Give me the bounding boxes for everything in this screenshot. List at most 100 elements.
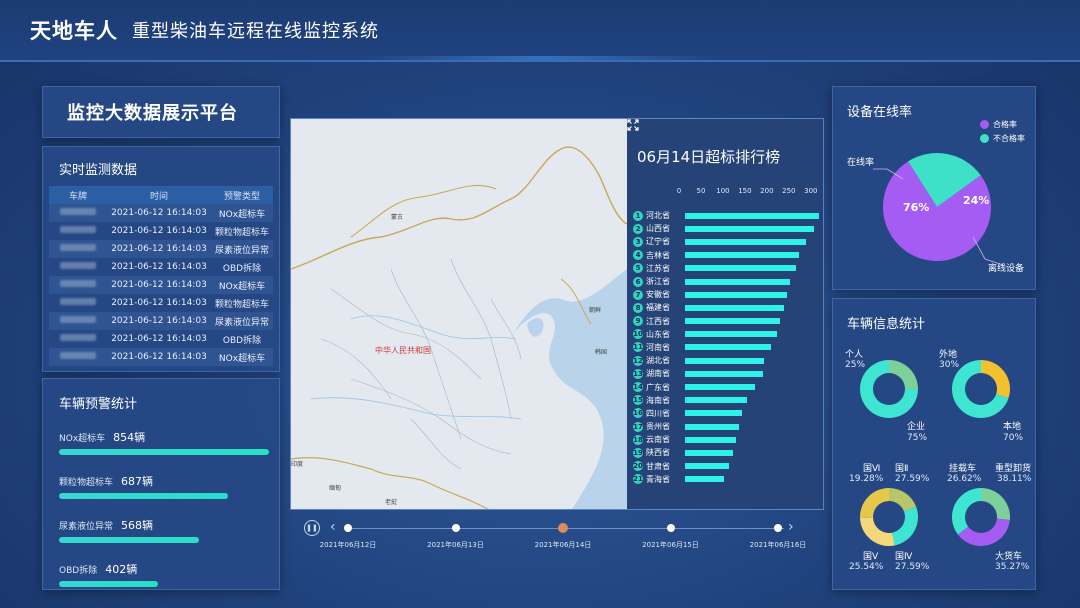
plate-cell [49,276,107,294]
plate-cell [49,204,107,222]
timeline-prev-icon[interactable]: ‹ [330,519,336,535]
table-row[interactable]: 2021-06-12 16:14:03 尿素液位异常 [49,240,273,258]
table-row[interactable]: 2021-06-12 16:14:03 尿素液位异常 [49,312,273,330]
map-label-india: 印度 [291,461,304,468]
blurred-plate [60,316,96,323]
ranking-row: 18 云南省 [633,433,823,446]
rank-number: 3 [633,236,643,247]
expand-icon[interactable] [627,119,639,131]
timeline-date: 2021年06月16日 [749,541,807,549]
d2-pct-local: 70% [1003,433,1024,443]
type-cell: 颗粒物超标车 [214,299,269,310]
type-cell: NOx超标车 [218,209,266,220]
rank-bar-track [685,304,819,311]
rank-province: 云南省 [646,435,670,445]
plate-cell [49,240,107,258]
warning-item: 颗粒物超标车 687辆 [59,470,267,499]
table-row[interactable]: 2021-06-12 16:14:03 NOx超标车 [49,204,273,222]
timeline-point[interactable] [558,523,568,533]
d2-label-local: 本地 [1003,422,1022,432]
timeline-point[interactable] [451,524,460,532]
warning-label: OBD拆除 [59,566,98,576]
column-plate: 车牌 [68,191,87,202]
ranking-list: 1 河北省 2 山西省 3 辽宁省 4 吉林省 5 江苏省 6 浙江省 7 安徽省 8 福建省 9 江西省 10 山东… [633,209,823,486]
table-row[interactable]: 2021-06-12 16:14:03 颗粒物超标车 [49,294,273,312]
ranking-row: 16 四川省 [633,407,823,420]
time-cell: 2021-06-12 16:14:03 [111,352,207,362]
axis-tick-label: 300 [804,187,818,195]
timeline-point[interactable] [344,524,352,532]
axis-tick-label: 200 [760,187,774,195]
table-row[interactable]: 2021-06-12 16:14:03 颗粒物超标车 [49,222,273,240]
d3-pct-g2: 27.59% [895,474,930,484]
rank-bar-track [685,436,819,443]
rank-province: 江苏省 [646,263,670,273]
time-cell: 2021-06-12 16:14:03 [111,244,207,254]
rank-bar-track [685,463,819,470]
map-basemap [291,119,627,509]
table-row[interactable]: 2021-06-12 16:14:03 OBD拆除 [49,258,273,276]
warning-bar [59,449,269,455]
table-row[interactable]: 2021-06-12 16:14:03 OBD拆除 [49,330,273,348]
rank-province: 吉林省 [646,250,670,260]
ranking-row: 20 甘肃省 [633,460,823,473]
timeline-point[interactable] [666,524,675,532]
donut-segment [892,506,918,546]
warning-bar [59,537,199,543]
rank-number: 6 [633,276,643,287]
timeline-point[interactable] [774,524,782,532]
rank-province: 甘肃省 [646,461,670,471]
rank-province: 山西省 [646,224,670,234]
blurred-plate [60,280,96,287]
warning-bar-track [59,449,269,455]
timeline-next-icon[interactable]: › [788,519,794,535]
axis-tick-label: 100 [716,187,730,195]
offline-pct: 24% [963,194,990,207]
column-type: 预警类型 [223,191,260,202]
warning-item: 尿素液位异常 568辆 [59,514,267,543]
online-pct: 76% [903,201,930,214]
pause-icon[interactable]: ❚❚ [304,520,320,536]
warning-label: 尿素液位异常 [59,522,114,532]
table-row[interactable]: 2021-06-12 16:14:03 NOx超标车 [49,276,273,294]
rank-province: 安徽省 [646,290,670,300]
ranking-row: 10 山东省 [633,328,823,341]
table-row[interactable]: 2021-06-12 16:14:03 NOx超标车 [49,348,273,366]
donut-segment [981,360,1010,398]
map-label-china: 中华人民共和国 [375,346,431,355]
rank-bar [685,370,763,377]
rank-bar-track [685,357,819,364]
rank-number: 12 [633,355,643,366]
ranking-row: 7 安徽省 [633,288,823,301]
ranking-row: 17 贵州省 [633,420,823,433]
map-label-korea: 韩国 [595,349,608,356]
rank-bar-track [685,410,819,417]
rank-bar-track [685,449,819,456]
time-cell: 2021-06-12 16:14:03 [111,226,207,236]
vehicle-info-panel: 车辆信息统计 个人 25% 企业 75% 外地 30% 本地 70% 国Ⅵ 19… [832,298,1036,590]
map-view[interactable]: 中华人民共和国 蒙古 朝鲜 韩国 缅甸 老挝 印度 06月14日超标排行榜 0 5… [290,118,824,510]
d1-pct-personal: 25% [845,360,866,370]
rank-province: 辽宁省 [646,237,670,247]
time-cell: 2021-06-12 16:14:03 [111,316,207,326]
rank-bar [685,318,781,325]
rank-bar [685,344,771,351]
rank-number: 16 [633,408,643,419]
axis-tick-label: 250 [782,187,796,195]
rank-province: 河南省 [646,342,670,352]
online-label: 在线率 [847,158,875,168]
rank-bar-track [685,265,819,272]
time-cell: 2021-06-12 16:14:03 [111,280,207,290]
rank-number: 19 [633,447,643,458]
offline-label: 离线设备 [988,264,1025,274]
d3-label-g6: 国Ⅵ [863,464,881,474]
warning-bar [59,581,158,587]
rank-number: 10 [633,329,643,340]
realtime-table: 车牌 时间 预警类型 2021-06-12 16:14:03 NOx超标车 2021… [49,186,273,366]
rank-province: 浙江省 [646,277,670,287]
realtime-data-panel: 实时监测数据 车牌 时间 预警类型 2021-06-12 16:14:03 NOx… [42,146,280,372]
warning-bar [59,493,228,499]
rank-number: 4 [633,250,643,261]
rank-number: 2 [633,223,643,234]
blurred-plate [60,226,96,233]
